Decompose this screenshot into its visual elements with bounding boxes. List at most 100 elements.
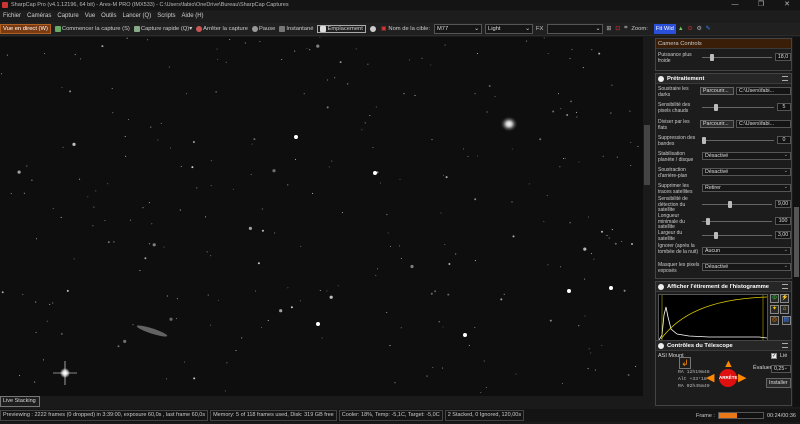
menu-lancer[interactable]: Lancer (Q) [123, 13, 152, 19]
darks-browse-button[interactable]: Parcourir... [700, 87, 734, 95]
reticle-icon[interactable]: ⌗ [624, 25, 627, 32]
image-viewer[interactable] [0, 37, 643, 396]
star [627, 374, 630, 376]
star [430, 292, 433, 295]
focus-icon[interactable]: ⊙ [688, 26, 693, 32]
install-button[interactable]: Installer [766, 378, 791, 388]
star [467, 155, 469, 157]
menu-vue[interactable]: Vue [85, 13, 95, 19]
star [147, 39, 149, 41]
stabilization-select[interactable]: Désactivé [702, 152, 791, 160]
start-capture-button[interactable]: Commencer la capture (S) [54, 25, 130, 32]
band-suppression-value[interactable]: 0 [777, 136, 791, 144]
grid-icon[interactable]: ⊞ [606, 26, 611, 32]
gear-icon[interactable] [369, 25, 377, 32]
auto-stretch-icon[interactable]: ✦ [770, 305, 779, 314]
framing-button[interactable]: Emplacement [317, 24, 366, 33]
scrollbar-thumb[interactable] [644, 125, 650, 185]
stop-button[interactable]: ARRÊTE [719, 369, 738, 387]
panel-scrollbar-thumb[interactable] [794, 207, 799, 277]
target-icon[interactable]: ◎ [770, 316, 779, 325]
viewer-scrollbar[interactable] [643, 37, 651, 407]
histogram-icon[interactable]: ▲ [678, 26, 684, 32]
close-button[interactable]: ✕ [774, 0, 800, 10]
maximize-button[interactable]: ❐ [748, 0, 774, 10]
star [251, 143, 253, 145]
collapse-icon[interactable] [658, 342, 664, 349]
target-input[interactable]: M77 ⌄ [433, 23, 482, 34]
star [157, 139, 159, 141]
star [547, 53, 549, 55]
flats-browse-button[interactable]: Parcourir... [700, 120, 734, 128]
return-icon[interactable]: ↲ [679, 357, 691, 369]
snapshot-button[interactable]: Instantané [279, 25, 313, 32]
star [463, 333, 467, 337]
cooler-power-slider[interactable] [702, 53, 772, 61]
dawn-ignore-select[interactable]: Aucun [702, 247, 791, 255]
satellite-sensitivity-value[interactable]: 9,00 [775, 200, 791, 208]
menu-fichier[interactable]: Fichier [3, 13, 21, 19]
star [511, 201, 513, 203]
band-suppression-slider[interactable] [702, 136, 774, 144]
link-checkbox[interactable]: ✓ [771, 353, 777, 359]
rate-select[interactable]: 0,25 [771, 365, 791, 373]
satellite-removal-select[interactable]: Retirer [702, 184, 791, 192]
hot-pixel-value[interactable]: 5 [777, 103, 791, 111]
background-subtraction-select[interactable]: Désactivé [702, 168, 791, 176]
live-stacking-tab[interactable]: Live Stacking [0, 396, 40, 407]
collapse-icon[interactable] [658, 283, 664, 290]
zoom-select[interactable]: Fit Wid [653, 23, 676, 34]
camera-controls-header[interactable]: Camera Controls [656, 39, 791, 49]
target-value: M77 [436, 25, 449, 32]
brush-icon[interactable]: ✎ [706, 26, 711, 32]
star [210, 185, 212, 187]
stop-capture-button[interactable]: Arrêter la capture [196, 25, 248, 32]
menu-icon[interactable] [782, 284, 788, 289]
star [22, 293, 24, 295]
satellite-length-slider[interactable] [702, 217, 772, 225]
lightning-icon[interactable]: ⚡ [780, 294, 789, 303]
telescope-header[interactable]: Contrôles du Télescope [656, 341, 791, 351]
arrow-right-icon[interactable]: ▶ [738, 371, 746, 384]
cooler-power-value[interactable]: 18,0 [775, 53, 791, 61]
menu-aide[interactable]: Aide (H) [182, 13, 204, 19]
collapse-icon[interactable] [658, 75, 664, 82]
panel-scrollbar[interactable] [793, 37, 800, 407]
menu-icon[interactable] [782, 343, 788, 348]
menu-icon[interactable] [782, 76, 788, 81]
live-view-button[interactable]: Vue en direct (W) [0, 23, 51, 34]
preprocessing-header[interactable]: Prétraitement [656, 74, 791, 84]
satellite-length-value[interactable]: 100 [775, 217, 791, 225]
frame-progress: Frame : 00:24/00:36 [696, 412, 796, 419]
hot-pixel-slider[interactable] [702, 103, 774, 111]
settings-icon[interactable]: ⚙ [696, 26, 701, 32]
menu-capture[interactable]: Capture [57, 13, 78, 19]
mask-pixels-select[interactable]: Désactivé [702, 263, 791, 271]
star [206, 251, 208, 253]
satellite-width-slider[interactable] [702, 231, 772, 239]
satellite-width-value[interactable]: 3,00 [775, 231, 791, 239]
quick-capture-button[interactable]: Capture rapide (Q) ▾ [133, 25, 192, 32]
fx-select[interactable]: ⌄ [547, 23, 604, 34]
star [606, 234, 608, 237]
crosshair-icon[interactable]: ⊡ [615, 26, 620, 32]
star [148, 202, 150, 204]
frame-type-select[interactable]: Light ⌄ [484, 23, 533, 34]
save-icon[interactable]: ▤ [781, 316, 791, 325]
menu-cameras[interactable]: Caméras [27, 13, 51, 19]
star [72, 142, 76, 146]
menu-outils[interactable]: Outils [101, 13, 116, 19]
arrow-left-icon[interactable]: ◀ [706, 371, 714, 384]
lock-icon[interactable]: ⌂ [780, 305, 789, 314]
star [561, 383, 563, 385]
reset-icon[interactable]: ⦶ [770, 294, 779, 303]
pause-button[interactable]: Pause [251, 25, 275, 32]
flats-path[interactable]: C:\Users\fabi... [736, 120, 791, 128]
histogram-chart[interactable] [658, 294, 768, 341]
satellite-sensitivity-slider[interactable] [702, 200, 772, 208]
minimize-button[interactable]: — [722, 0, 748, 10]
star [281, 58, 283, 61]
histogram-header[interactable]: Afficher l'étirement de l'histogramme [656, 282, 791, 292]
darks-path[interactable]: C:\Users\fabi... [736, 87, 791, 95]
menu-scripts[interactable]: Scripts [157, 13, 175, 19]
